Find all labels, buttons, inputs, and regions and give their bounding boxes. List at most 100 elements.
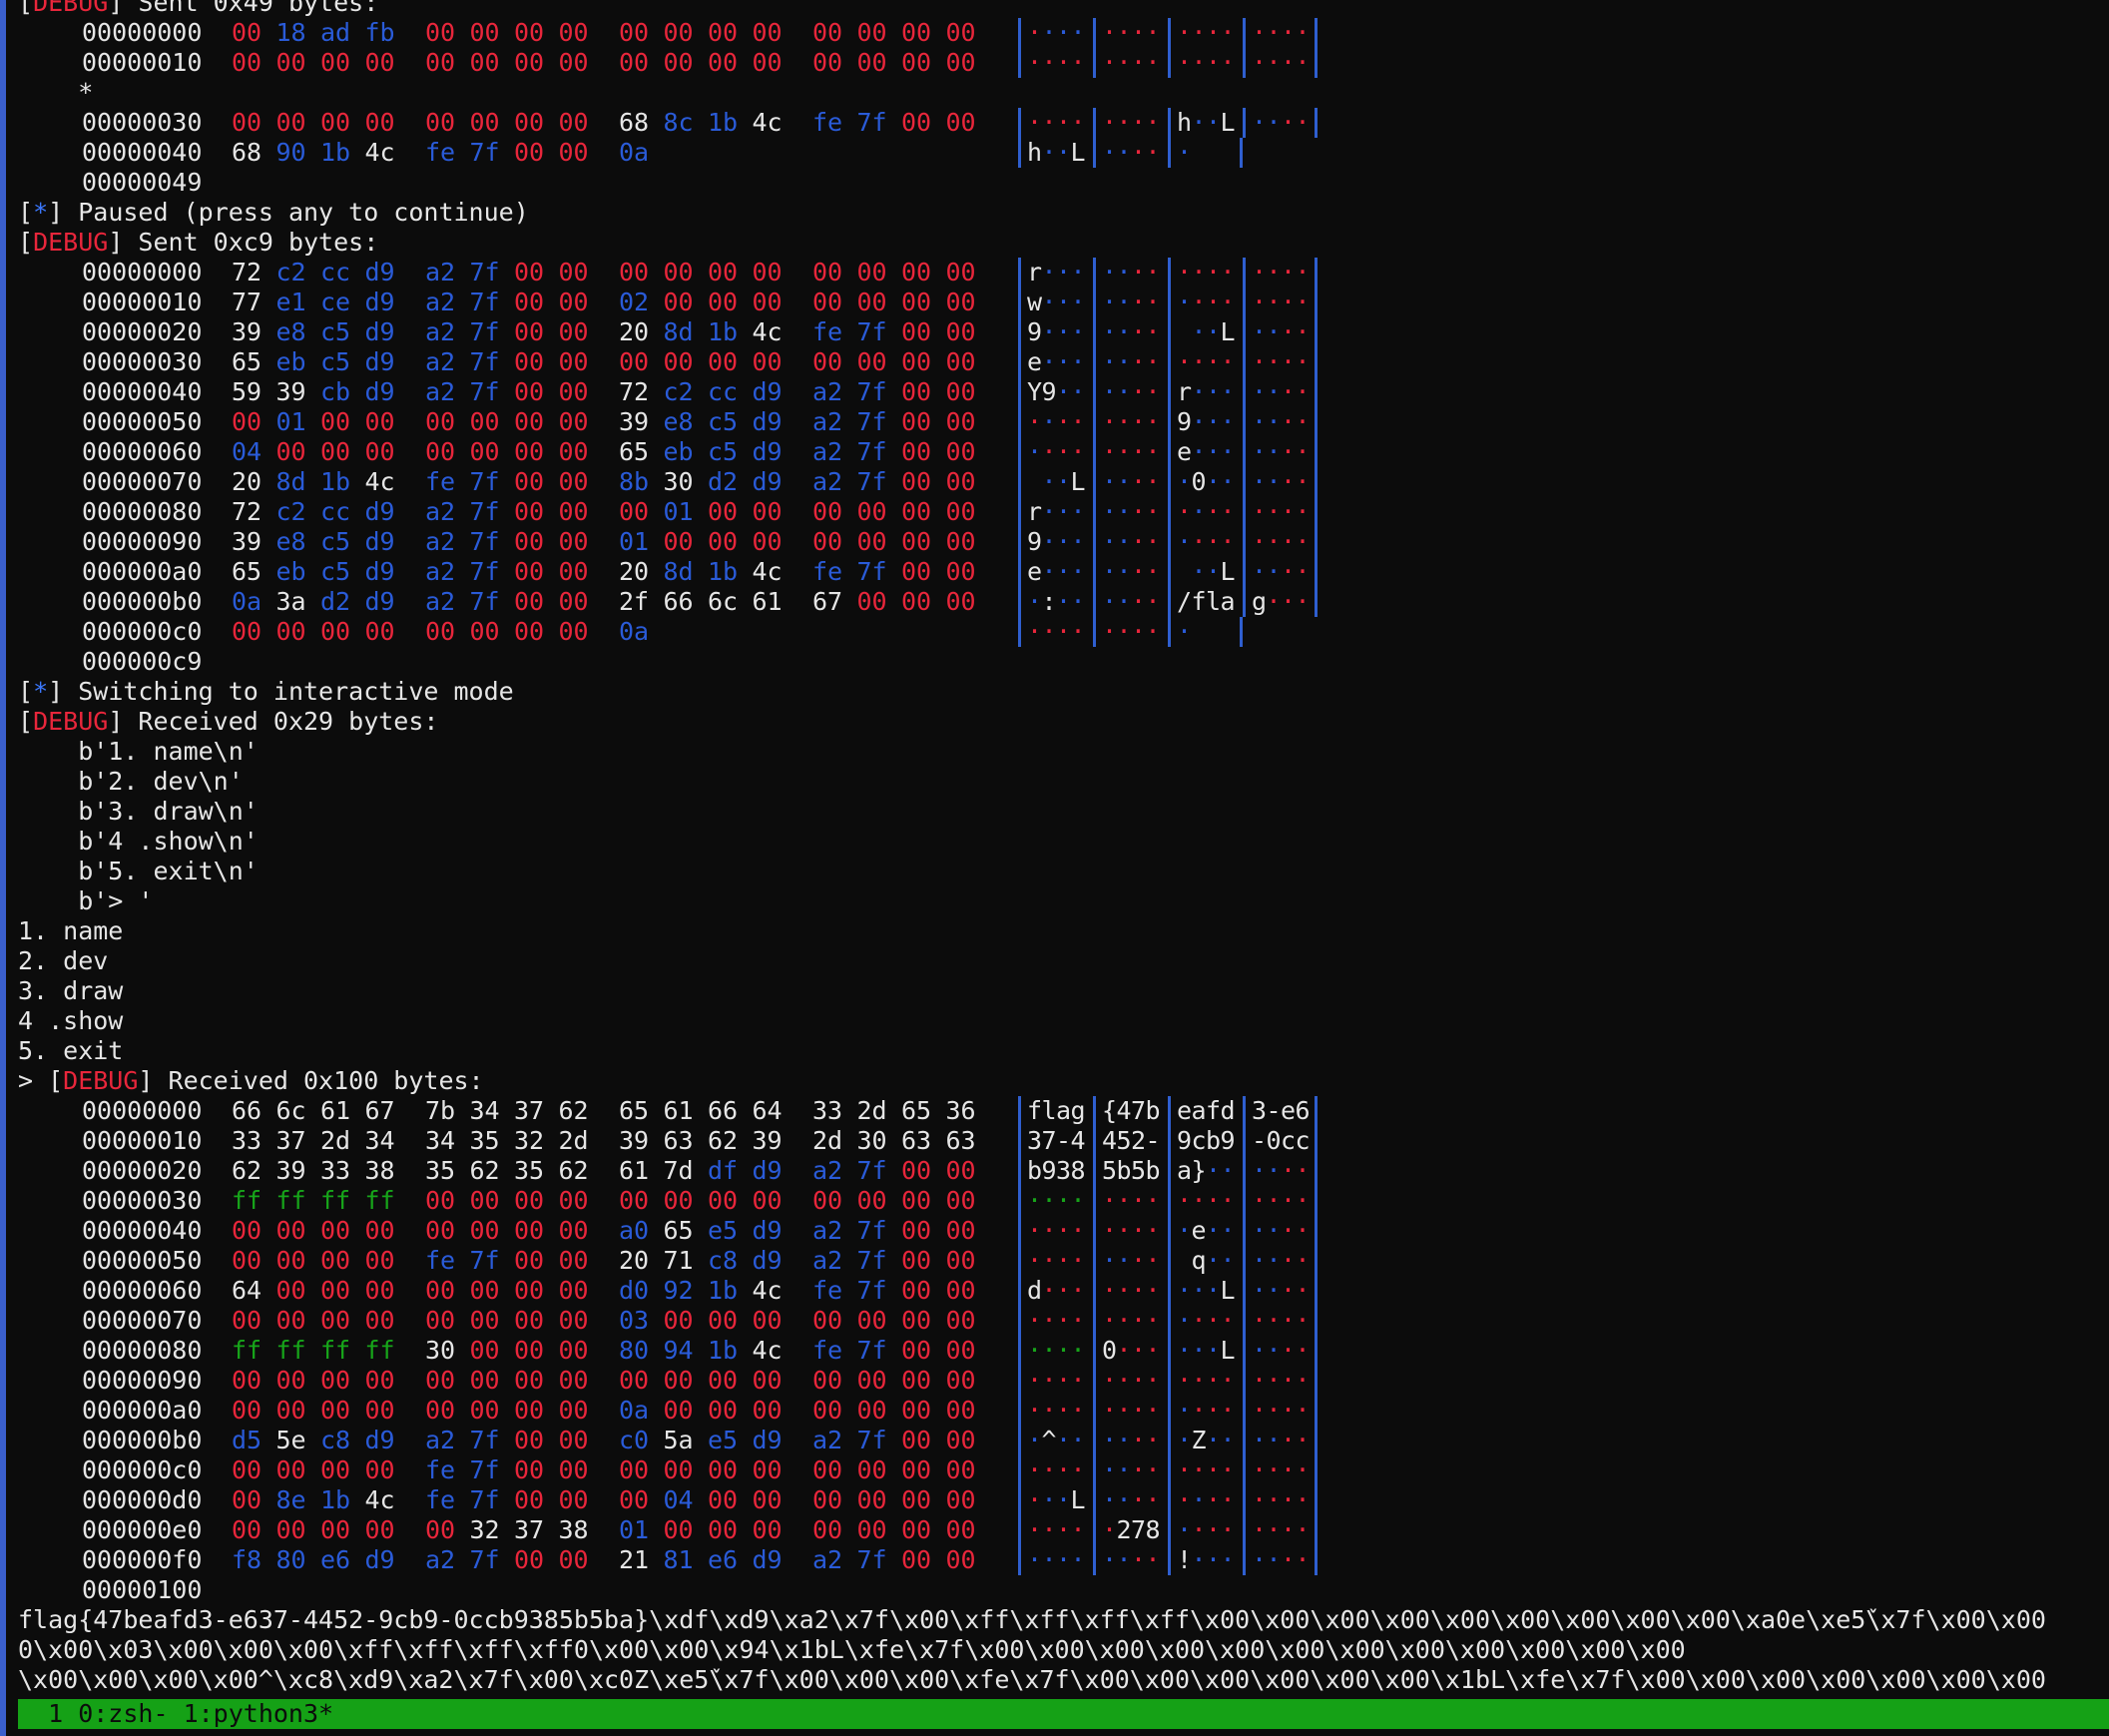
hex-byte: 7f bbox=[469, 527, 500, 556]
ascii-char: · bbox=[1131, 347, 1147, 376]
ascii-char: · bbox=[1206, 1186, 1222, 1215]
hex-byte: 67 bbox=[364, 1096, 395, 1125]
hex-byte: 00 bbox=[232, 1485, 263, 1514]
hex-byte: 00 bbox=[275, 1246, 306, 1275]
hex-byte: 00 bbox=[514, 437, 545, 466]
hex-byte: 38 bbox=[364, 1156, 395, 1185]
ascii-char: · bbox=[1102, 1306, 1118, 1335]
ascii-char: · bbox=[1102, 347, 1118, 376]
hexdump-row: 000000f0 f8 80 e6 d9 a2 7f 00 00 21 81 e6 d9 a2 7f 00 00… bbox=[18, 1545, 2109, 1575]
ascii-char: c bbox=[1191, 1126, 1207, 1155]
ascii-char: e bbox=[1027, 557, 1043, 586]
hex-byte: 00 bbox=[901, 1396, 932, 1425]
hex-byte: 7f bbox=[469, 1455, 500, 1484]
hex-byte: 77 bbox=[232, 288, 263, 316]
hex-byte: 00 bbox=[901, 1216, 932, 1245]
hex-byte: 00 bbox=[812, 1366, 843, 1395]
hex-byte: 00 bbox=[708, 1515, 739, 1544]
ascii-column: e··· ···· ··L ···· bbox=[1018, 557, 1318, 587]
hex-byte: 00 bbox=[945, 1455, 976, 1484]
hex-byte: 00 bbox=[708, 1396, 739, 1425]
ascii-char: · bbox=[1056, 1455, 1072, 1484]
terminal-window[interactable]: [DEBUG] Sent 0x49 bytes: 00000000 00 18 ad fb… bbox=[0, 0, 2109, 1736]
terminal-line: [DEBUG] Received 0x29 bytes: bbox=[18, 707, 2109, 737]
hex-byte: 00 bbox=[558, 617, 589, 646]
hex-byte: 00 bbox=[752, 1455, 783, 1484]
terminal-line: 1. name bbox=[18, 916, 2109, 946]
ascii-char: · bbox=[1266, 108, 1282, 137]
ascii-char: · bbox=[1281, 1216, 1297, 1245]
ascii-char: · bbox=[1191, 1455, 1207, 1484]
ascii-char: · bbox=[1102, 497, 1118, 526]
ascii-column: h··L ···· · bbox=[1018, 138, 1243, 168]
ascii-char: · bbox=[1041, 557, 1057, 586]
hexdump-row: 00000050 00 00 00 00 fe 7f 00 00 20 71 c8 d9 a2 7f 00 00… bbox=[18, 1246, 2109, 1276]
ascii-char: · bbox=[1145, 617, 1161, 646]
terminal-line: 2. dev bbox=[18, 946, 2109, 976]
hex-offset: 00000020 bbox=[82, 1156, 203, 1185]
hex-offset: 00000000 bbox=[82, 1096, 203, 1125]
hex-byte: 00 bbox=[619, 1485, 650, 1514]
ascii-char: · bbox=[1266, 527, 1282, 556]
hex-byte: 00 bbox=[514, 497, 545, 526]
ascii-char: · bbox=[1145, 467, 1161, 496]
ascii-char: · bbox=[1131, 108, 1147, 137]
hex-byte: 33 bbox=[320, 1156, 351, 1185]
ascii-char: · bbox=[1041, 18, 1057, 47]
hex-byte: 00 bbox=[812, 347, 843, 376]
hex-byte: ff bbox=[364, 1186, 395, 1215]
hex-offset: 00000010 bbox=[82, 48, 203, 77]
hex-offset: 000000b0 bbox=[82, 1426, 203, 1454]
ascii-char: b bbox=[1206, 1126, 1222, 1155]
ascii-char: · bbox=[1056, 587, 1072, 616]
hex-byte: 00 bbox=[945, 1276, 976, 1305]
hex-byte: ce bbox=[320, 288, 351, 316]
ascii-char: · bbox=[1295, 48, 1311, 77]
hex-byte: ad bbox=[320, 18, 351, 47]
ascii-char: L bbox=[1070, 138, 1086, 167]
hex-offset: 000000e0 bbox=[82, 1515, 203, 1544]
ascii-char: · bbox=[1070, 1366, 1086, 1395]
ascii-char: · bbox=[1041, 288, 1057, 316]
ascii-char: · bbox=[1191, 1545, 1207, 1574]
ascii-char: · bbox=[1102, 1246, 1118, 1275]
hex-byte: 7f bbox=[469, 1485, 500, 1514]
ascii-char: f bbox=[1191, 587, 1207, 616]
hex-byte: 65 bbox=[619, 437, 650, 466]
hex-byte: 00 bbox=[514, 1306, 545, 1335]
hex-offset: 00000000 bbox=[82, 258, 203, 287]
hex-byte: 1b bbox=[708, 317, 739, 346]
hex-byte: 00 bbox=[558, 1276, 589, 1305]
ascii-char: · bbox=[1027, 437, 1043, 466]
ascii-char: 8 bbox=[1070, 1156, 1086, 1185]
ascii-char: · bbox=[1116, 617, 1132, 646]
hex-byte: 01 bbox=[275, 407, 306, 436]
hex-byte: 63 bbox=[663, 1126, 694, 1155]
ascii-char: · bbox=[1116, 587, 1132, 616]
ascii-char: e bbox=[1177, 437, 1193, 466]
hex-offset: 000000a0 bbox=[82, 557, 203, 586]
ascii-char: · bbox=[1281, 1366, 1297, 1395]
hex-byte: 20 bbox=[619, 317, 650, 346]
terminal-line: 3. draw bbox=[18, 976, 2109, 1006]
hex-byte: 00 bbox=[558, 1485, 589, 1514]
ascii-char: · bbox=[1131, 467, 1147, 496]
hex-byte: 7f bbox=[856, 1216, 887, 1245]
ascii-char: · bbox=[1281, 258, 1297, 287]
ascii-char: · bbox=[1206, 1545, 1222, 1574]
hexdump-row: 00000100 bbox=[18, 1575, 2109, 1605]
ascii-char: · bbox=[1206, 1455, 1222, 1484]
hex-byte: f8 bbox=[232, 1545, 263, 1574]
hex-byte: 00 bbox=[469, 407, 500, 436]
terminal-line: b'5. exit\n' bbox=[18, 857, 2109, 886]
hex-byte: 00 bbox=[469, 1366, 500, 1395]
hex-byte: 62 bbox=[708, 1126, 739, 1155]
ascii-char: · bbox=[1266, 1455, 1282, 1484]
ascii-char: · bbox=[1281, 407, 1297, 436]
ascii-char: · bbox=[1070, 1455, 1086, 1484]
hex-byte: e8 bbox=[663, 407, 694, 436]
hex-byte: fe bbox=[812, 1276, 843, 1305]
hex-byte: 62 bbox=[232, 1156, 263, 1185]
hex-byte: 00 bbox=[558, 587, 589, 616]
ascii-char: · bbox=[1252, 1515, 1268, 1544]
